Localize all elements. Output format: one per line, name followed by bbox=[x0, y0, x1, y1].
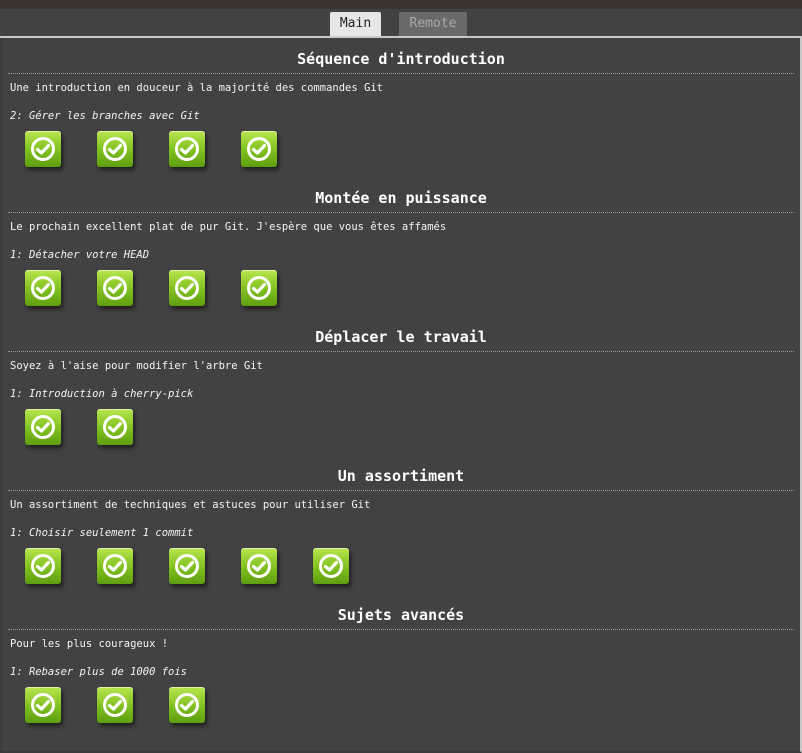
checkmark-icon bbox=[103, 693, 127, 717]
level-button[interactable] bbox=[25, 687, 61, 723]
section-description: Une introduction en douceur à la majorit… bbox=[10, 82, 383, 94]
checkmark-icon bbox=[31, 554, 55, 578]
level-button[interactable] bbox=[25, 270, 61, 306]
checkmark-icon bbox=[175, 137, 199, 161]
current-level-label: 1: Rebaser plus de 1000 fois bbox=[10, 666, 188, 678]
top-strip bbox=[0, 0, 802, 9]
current-level-label: 1: Détacher votre HEAD bbox=[10, 249, 150, 261]
section-divider bbox=[8, 351, 794, 352]
section-title: Sujets avancés bbox=[337, 606, 465, 624]
checkmark-icon bbox=[175, 276, 199, 300]
section-description: Soyez à l'aise pour modifier l'arbre Git bbox=[10, 360, 263, 372]
section-divider bbox=[8, 490, 794, 491]
checkmark-icon bbox=[103, 276, 127, 300]
checkmark-icon bbox=[31, 693, 55, 717]
checkmark-icon bbox=[247, 554, 271, 578]
checkmark-icon bbox=[247, 276, 271, 300]
checkmark-icon bbox=[175, 554, 199, 578]
checkmark-icon bbox=[103, 415, 127, 439]
checkmark-icon bbox=[247, 137, 271, 161]
level-button[interactable] bbox=[169, 548, 205, 584]
tab-main[interactable]: Main bbox=[330, 12, 381, 36]
level-button[interactable] bbox=[97, 548, 133, 584]
level-button[interactable] bbox=[169, 270, 205, 306]
level-button[interactable] bbox=[241, 548, 277, 584]
checkmark-icon bbox=[31, 276, 55, 300]
level-button[interactable] bbox=[97, 131, 133, 167]
level-button[interactable] bbox=[97, 409, 133, 445]
level-button[interactable] bbox=[25, 409, 61, 445]
level-button[interactable] bbox=[169, 687, 205, 723]
section-title: Séquence d'introduction bbox=[297, 50, 505, 68]
checkmark-icon bbox=[103, 554, 127, 578]
checkmark-icon bbox=[175, 693, 199, 717]
level-button[interactable] bbox=[97, 270, 133, 306]
section-description: Pour les plus courageux ! bbox=[10, 638, 169, 650]
level-selector-panel: Séquence d'introduction Une introduction… bbox=[0, 38, 802, 753]
view-tabs: Main Remote bbox=[0, 9, 802, 38]
tab-remote[interactable]: Remote bbox=[399, 12, 467, 36]
current-level-label: 1: Choisir seulement 1 commit bbox=[10, 527, 194, 539]
checkmark-icon bbox=[319, 554, 343, 578]
level-button[interactable] bbox=[25, 548, 61, 584]
section-title: Montée en puissance bbox=[315, 189, 487, 207]
section-divider bbox=[8, 629, 794, 630]
level-button[interactable] bbox=[97, 687, 133, 723]
level-button[interactable] bbox=[241, 270, 277, 306]
section-divider bbox=[8, 212, 794, 213]
level-button[interactable] bbox=[169, 131, 205, 167]
section-title: Un assortiment bbox=[337, 467, 465, 485]
checkmark-icon bbox=[31, 137, 55, 161]
level-button[interactable] bbox=[25, 131, 61, 167]
section-description: Le prochain excellent plat de pur Git. J… bbox=[10, 221, 447, 233]
level-button[interactable] bbox=[313, 548, 349, 584]
current-level-label: 1: Introduction à cherry-pick bbox=[10, 388, 194, 400]
checkmark-icon bbox=[103, 137, 127, 161]
checkmark-icon bbox=[31, 415, 55, 439]
section-description: Un assortiment de techniques et astuces … bbox=[10, 499, 371, 511]
current-level-label: 2: Gérer les branches avec Git bbox=[10, 110, 200, 122]
section-title: Déplacer le travail bbox=[315, 328, 487, 346]
level-button[interactable] bbox=[241, 131, 277, 167]
section-divider bbox=[8, 73, 794, 74]
